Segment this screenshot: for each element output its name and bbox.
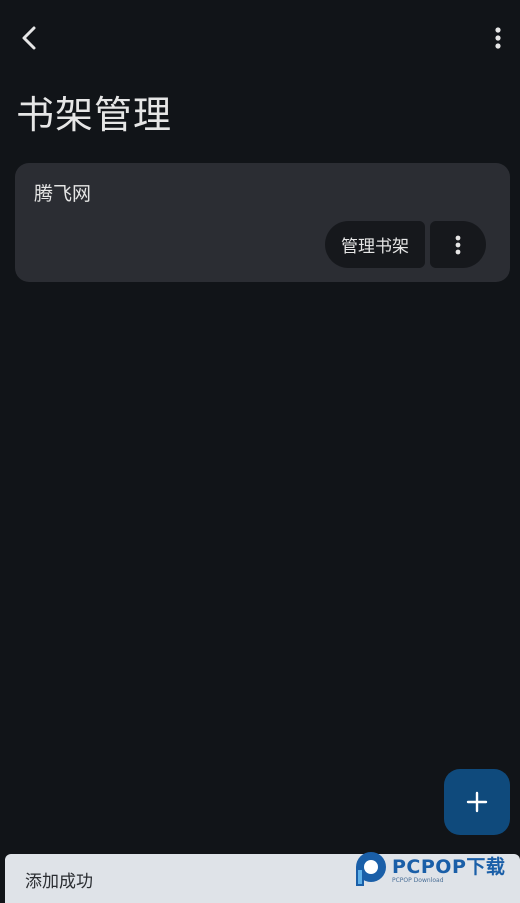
shelf-management-screen: 书架管理 腾飞网 管理书架 添加成功 PCPOP下载 PCPOP Downloa… — [0, 0, 520, 903]
watermark-tagline: PCPOP Download — [392, 877, 444, 884]
add-shelf-fab[interactable] — [444, 769, 510, 835]
overflow-menu-button[interactable] — [478, 16, 518, 60]
more-vert-icon — [455, 235, 461, 254]
plus-icon — [466, 791, 488, 813]
snackbar-message: 添加成功 — [25, 872, 93, 892]
shelf-more-button[interactable] — [430, 221, 486, 268]
shelf-card[interactable]: 腾飞网 管理书架 — [15, 163, 510, 282]
shelf-name: 腾飞网 — [34, 183, 92, 205]
manage-shelf-button[interactable]: 管理书架 — [325, 221, 425, 268]
more-vert-icon — [495, 27, 501, 49]
page-title: 书架管理 — [16, 93, 173, 137]
chevron-left-icon — [22, 26, 36, 50]
back-button[interactable] — [8, 16, 52, 60]
top-app-bar — [0, 0, 520, 76]
watermark-brand: PCPOP下载 — [392, 856, 506, 878]
watermark-logo: PCPOP下载 PCPOP Download — [352, 850, 520, 888]
pcpop-logo-icon — [356, 852, 386, 886]
